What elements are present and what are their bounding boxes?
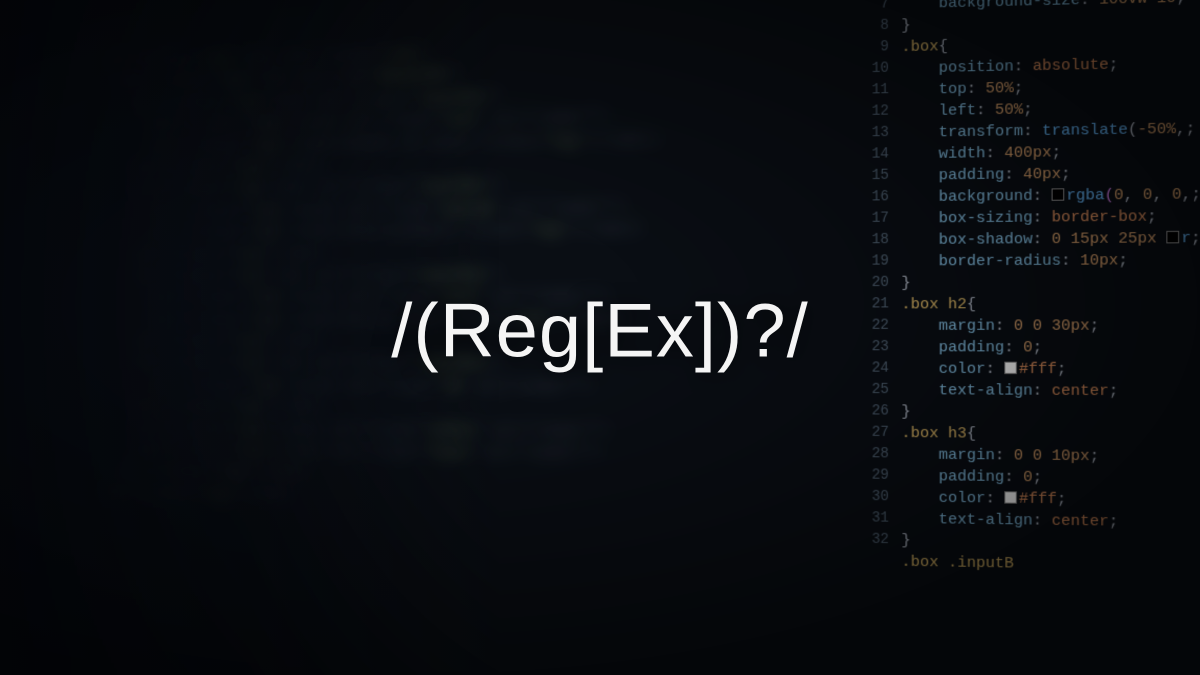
css-code-lines: background: url(…); background-size: 100…	[901, 0, 1200, 675]
code-line: margin: 0 0 30px;	[901, 315, 1200, 337]
line-number: 8	[852, 16, 889, 38]
line-number: 30	[852, 487, 889, 509]
code-line: width: 400px;	[901, 139, 1200, 166]
line-number: 18	[852, 230, 889, 252]
code-line: }	[901, 271, 1200, 294]
line-number: 7	[852, 0, 889, 16]
blurred-code-line: attr">class="tag"><div attr">class="inpu…	[103, 262, 893, 288]
line-number: 23	[852, 337, 889, 358]
line-number: 27	[852, 422, 889, 444]
line-number: 16	[852, 187, 889, 209]
code-line: .box h2{	[901, 293, 1200, 316]
line-number: 19	[852, 251, 889, 273]
regex-title-overlay: /(Reg[Ex])?/	[391, 287, 808, 374]
code-line: text-align: center;	[901, 380, 1200, 403]
line-number: 24	[852, 358, 889, 379]
line-number: 21	[852, 294, 889, 315]
code-line: }	[901, 401, 1200, 425]
code-line: .box h3{	[901, 423, 1200, 447]
line-number: 32	[852, 529, 889, 551]
code-line: color: #fff;	[901, 358, 1200, 381]
line-number: 14	[852, 144, 889, 166]
css-code-panel: 6789101112131415161718192021222324252627…	[852, 0, 1200, 675]
line-number: 15	[852, 166, 889, 188]
code-line: box-sizing: border-box;	[901, 205, 1200, 230]
line-number-gutter: 6789101112131415161718192021222324252627…	[852, 0, 901, 675]
line-number: 22	[852, 316, 889, 337]
line-number: 31	[852, 508, 889, 530]
line-number: 25	[852, 380, 889, 402]
line-number: 28	[852, 444, 889, 466]
line-number: 26	[852, 401, 889, 423]
code-line: .box .inputB	[901, 551, 1200, 579]
code-line: padding: 0;	[901, 337, 1200, 359]
code-line: box-shadow: 0 15px 25px r;	[901, 227, 1200, 251]
code-line: padding: 40px;	[901, 161, 1200, 187]
line-number: 17	[852, 208, 889, 230]
code-line: background: rgba(0, 0, 0,;	[901, 183, 1200, 209]
line-number: 11	[852, 80, 889, 102]
line-number: 10	[852, 58, 889, 80]
code-line: border-radius: 10px;	[901, 249, 1200, 273]
line-number: 29	[852, 465, 889, 487]
line-number: 12	[852, 101, 889, 123]
line-number: 20	[852, 273, 889, 295]
line-number: 9	[852, 37, 889, 59]
line-number: 13	[852, 123, 889, 145]
